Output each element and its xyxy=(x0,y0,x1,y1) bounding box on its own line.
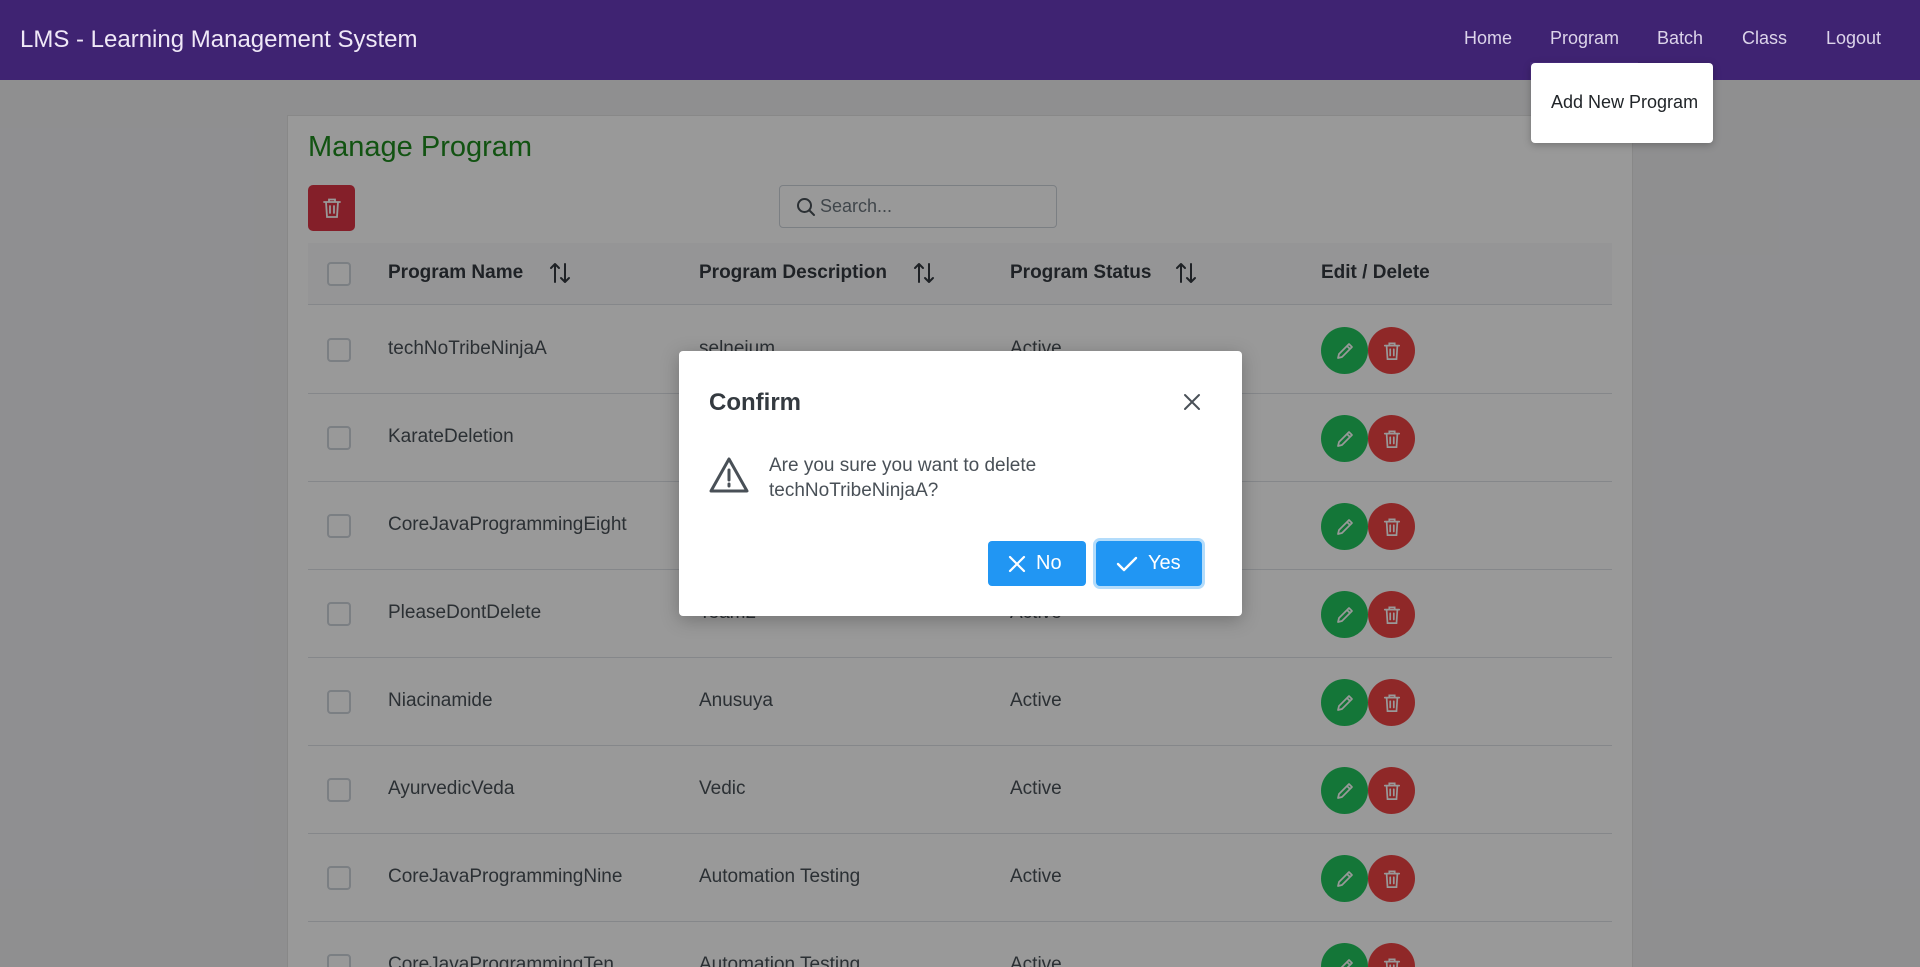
app-title: LMS - Learning Management System xyxy=(20,26,418,53)
no-button-label: No xyxy=(1036,552,1062,574)
confirm-dialog: Confirm Are you sure you want to delete … xyxy=(679,351,1242,616)
no-button[interactable]: No xyxy=(988,541,1086,586)
close-icon xyxy=(1008,555,1026,572)
nav-batch[interactable]: Batch xyxy=(1657,28,1703,49)
yes-button-label: Yes xyxy=(1148,552,1181,574)
dialog-message: Are you sure you want to delete techNoTr… xyxy=(769,455,1037,501)
program-dropdown-menu: Add New Program xyxy=(1531,63,1713,143)
dialog-close-button[interactable] xyxy=(1179,389,1205,415)
nav-class[interactable]: Class xyxy=(1742,28,1787,49)
warning-icon xyxy=(709,457,749,493)
close-icon xyxy=(1184,394,1200,410)
yes-button[interactable]: Yes xyxy=(1096,541,1202,586)
add-new-program-item[interactable]: Add New Program xyxy=(1551,92,1698,113)
nav-program[interactable]: Program xyxy=(1550,28,1619,49)
check-icon xyxy=(1116,556,1138,571)
dialog-title: Confirm xyxy=(709,389,801,416)
nav-home[interactable]: Home xyxy=(1464,28,1512,49)
nav-logout[interactable]: Logout xyxy=(1826,28,1881,49)
